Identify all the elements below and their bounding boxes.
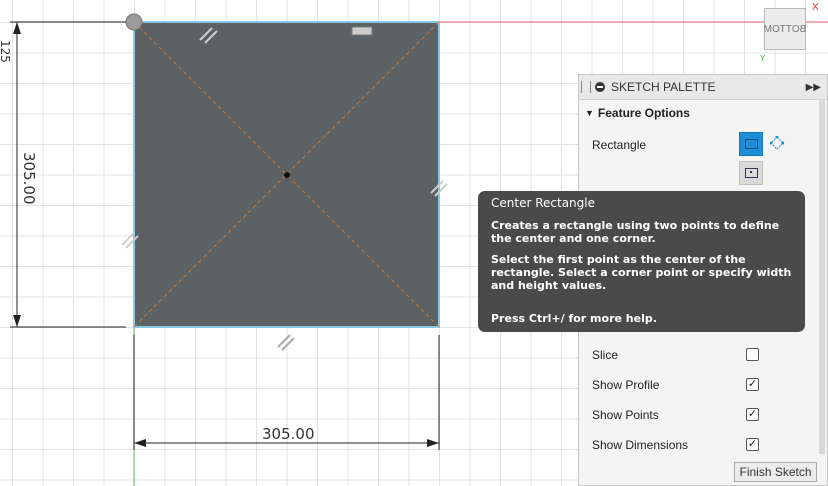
height-dimension-text[interactable]: 305.00	[20, 152, 38, 205]
tooltip-title: Center Rectangle	[491, 196, 595, 210]
center-point	[284, 172, 290, 178]
drag-grip-icon[interactable]	[581, 81, 591, 93]
show-profile-checkbox[interactable]: ✓	[746, 378, 759, 391]
y-axis-label: Y	[760, 54, 766, 63]
tooltip-paragraph: Select the first point as the center of …	[491, 253, 792, 292]
show-dimensions-checkbox[interactable]: ✓	[746, 438, 759, 451]
two-point-rectangle-button[interactable]	[739, 161, 763, 185]
parallel-constraint-icon	[277, 334, 295, 351]
width-dimension-text[interactable]: 305.00	[262, 425, 315, 443]
slice-checkbox[interactable]	[746, 348, 759, 361]
palette-header[interactable]: SKETCH PALETTE ▶▶	[579, 75, 827, 100]
rectangle-label: Rectangle	[592, 138, 647, 152]
expand-icon[interactable]: ▶▶	[806, 82, 821, 93]
collapse-icon[interactable]	[595, 82, 605, 92]
collapse-triangle-icon: ▼	[585, 108, 594, 118]
origin-point	[125, 13, 143, 31]
tooltip-help-hint: Press Ctrl+/ for more help.	[491, 312, 657, 325]
finish-sketch-button[interactable]: Finish Sketch	[734, 462, 817, 482]
option-label-show-points: Show Points	[592, 408, 659, 422]
three-point-rectangle-icon[interactable]	[770, 136, 784, 150]
center-rectangle-tooltip: Center Rectangle Creates a rectangle usi…	[478, 191, 805, 332]
palette-scrollbar[interactable]	[819, 99, 825, 454]
tooltip-paragraph: Creates a rectangle using two points to …	[491, 219, 780, 245]
center-rectangle-button[interactable]	[739, 132, 763, 156]
x-axis-label: X	[812, 2, 819, 13]
show-points-checkbox[interactable]: ✓	[746, 408, 759, 421]
view-cube-face-label: BOTTOM	[763, 23, 807, 35]
option-label-show-dimensions: Show Dimensions	[592, 438, 689, 452]
partial-dimension-text[interactable]: 125	[0, 40, 12, 63]
feature-options-title: Feature Options	[597, 106, 690, 120]
feature-options-header[interactable]: ▼ Feature Options	[579, 100, 827, 126]
view-cube[interactable]: BOTTOM	[764, 8, 806, 50]
palette-title: SKETCH PALETTE	[611, 80, 716, 94]
option-label-show-profile: Show Profile	[592, 378, 660, 392]
option-label-slice: Slice	[592, 348, 619, 362]
horizontal-constraint-icon	[351, 26, 373, 36]
